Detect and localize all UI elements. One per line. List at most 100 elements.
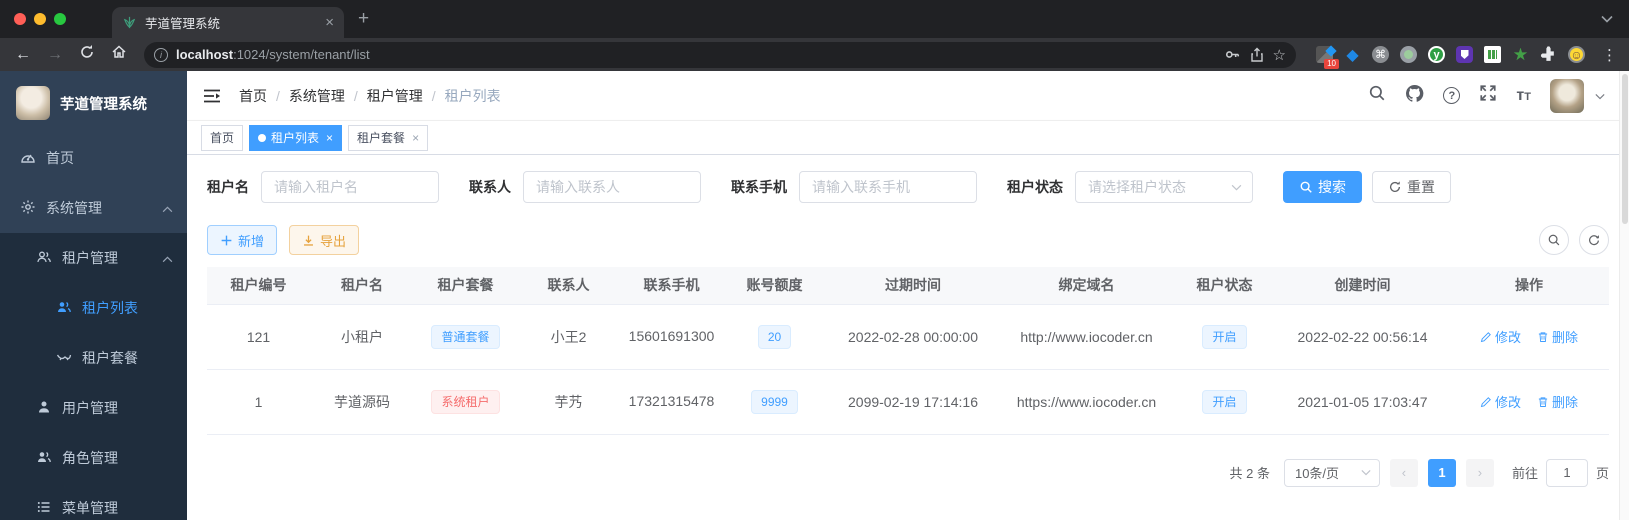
browser-menu-icon[interactable]: ⋮: [1602, 46, 1617, 64]
sidebar-item-label: 租户管理: [62, 250, 118, 266]
sidebar-item-system[interactable]: 系统管理: [0, 183, 187, 233]
sidebar-submenu-system: 租户管理 租户列表 租户套餐 用户管理 角色管理 菜单管理: [0, 233, 187, 520]
reset-button[interactable]: 重置: [1372, 171, 1451, 203]
col-mobile: 联系手机: [620, 267, 723, 305]
maximize-window-button[interactable]: [54, 13, 66, 25]
status-select[interactable]: 请选择租户状态: [1075, 171, 1253, 203]
tab-close-icon[interactable]: ×: [325, 14, 334, 31]
extension-command-icon[interactable]: ⌘: [1372, 46, 1389, 63]
table-tools: [1539, 225, 1609, 255]
extensions-puzzle-icon[interactable]: [1540, 46, 1557, 63]
url-text[interactable]: localhost:1024/system/tenant/list: [176, 47, 1216, 62]
sidebar-item-tenant-package[interactable]: 租户套餐: [0, 333, 187, 383]
cell-id: 1: [207, 369, 310, 435]
help-icon[interactable]: ?: [1443, 87, 1461, 104]
status-tag: 开启: [1202, 324, 1247, 349]
share-icon[interactable]: [1249, 47, 1265, 63]
top-navbar: 首页 / 系统管理 / 租户管理 / 租户列表 ? тT: [187, 71, 1629, 121]
delete-link[interactable]: 删除: [1537, 327, 1578, 346]
field-label-status: 租户状态: [1007, 179, 1063, 195]
breadcrumb-system[interactable]: 系统管理: [289, 86, 345, 106]
fullscreen-icon[interactable]: [1479, 84, 1497, 107]
close-window-button[interactable]: [14, 13, 26, 25]
edit-link[interactable]: 修改: [1480, 327, 1521, 346]
scrollbar-thumb[interactable]: [1622, 74, 1628, 224]
next-page-button[interactable]: ›: [1465, 458, 1494, 487]
prev-page-button[interactable]: ‹: [1389, 458, 1418, 487]
main-area: 首页 / 系统管理 / 租户管理 / 租户列表 ? тT 首页 租户列表 × 租…: [187, 71, 1629, 520]
password-key-icon[interactable]: [1224, 46, 1241, 63]
user-avatar[interactable]: [1550, 78, 1584, 113]
tenant-table: 租户编号 租户名 租户套餐 联系人 联系手机 账号额度 过期时间 绑定域名 租户…: [207, 267, 1609, 435]
app-frame: 芋道管理系统 首页 系统管理 租户管理 租户列表 租户套餐 用户管理 角色管理 …: [0, 71, 1629, 520]
extension-tampermonkey-icon[interactable]: 10: [1316, 46, 1339, 69]
tag-tenant-list[interactable]: 租户列表 ×: [249, 124, 343, 151]
logo[interactable]: 芋道管理系统: [0, 71, 187, 133]
export-button[interactable]: 导出: [289, 225, 360, 255]
contact-input[interactable]: [523, 171, 701, 203]
trash-icon: [1538, 396, 1548, 407]
sidebar-item-label: 用户管理: [62, 400, 118, 416]
extension-shield-icon[interactable]: [1456, 46, 1473, 63]
avatar-caret-icon[interactable]: [1595, 87, 1605, 105]
add-button[interactable]: 新增: [207, 225, 278, 255]
refresh-table-icon[interactable]: [1579, 225, 1609, 255]
sidebar-item-tenant-list[interactable]: 租户列表: [0, 283, 187, 333]
toggle-search-icon[interactable]: [1539, 225, 1569, 255]
table-header-row: 租户编号 租户名 租户套餐 联系人 联系手机 账号额度 过期时间 绑定域名 租户…: [207, 267, 1609, 305]
col-quota: 账号额度: [723, 267, 826, 305]
extension-gem-icon[interactable]: ◆: [1344, 46, 1361, 64]
tag-close-icon[interactable]: ×: [326, 131, 333, 145]
delete-link[interactable]: 删除: [1537, 392, 1578, 411]
tenant-name-input[interactable]: [261, 171, 439, 203]
browser-tab[interactable]: 芋道管理系统 ×: [112, 7, 344, 38]
search-button-label: 搜索: [1318, 179, 1346, 195]
back-icon[interactable]: ←: [10, 46, 36, 64]
pencil-icon: [1480, 396, 1491, 407]
sidebar-item-label: 租户套餐: [82, 350, 138, 366]
minimize-window-button[interactable]: [34, 13, 46, 25]
page-size-select[interactable]: 10条/页: [1283, 458, 1380, 487]
header-search-icon[interactable]: [1368, 84, 1386, 107]
sidebar-item-tenant[interactable]: 租户管理: [0, 233, 187, 283]
extensions-row: 10 ◆ ⌘ y ☺ ⋮: [1316, 46, 1619, 69]
chevron-up-icon: [162, 200, 173, 216]
extension-flag-icon[interactable]: [1484, 46, 1501, 63]
mobile-input[interactable]: [799, 171, 977, 203]
tag-home[interactable]: 首页: [201, 124, 244, 151]
favicon-leaf-icon: [122, 15, 137, 30]
font-size-icon[interactable]: тT: [1516, 87, 1531, 105]
site-info-icon[interactable]: i: [154, 47, 168, 62]
sidebar-collapse-icon[interactable]: [203, 88, 221, 104]
cell-created: 2022-02-22 00:56:14: [1276, 304, 1449, 370]
sidebar-item-role[interactable]: 角色管理: [0, 433, 187, 483]
page-scrollbar[interactable]: [1619, 71, 1629, 520]
sidebar-item-user[interactable]: 用户管理: [0, 383, 187, 433]
breadcrumb-home[interactable]: 首页: [239, 86, 267, 106]
home-icon[interactable]: [106, 44, 132, 65]
cell-contact: 芋艿: [517, 369, 620, 435]
sidebar-item-menu[interactable]: 菜单管理: [0, 483, 187, 520]
current-page[interactable]: 1: [1427, 458, 1456, 487]
tab-search-chevron-icon[interactable]: [1601, 10, 1613, 28]
tag-tenant-package[interactable]: 租户套餐 ×: [348, 124, 429, 151]
goto-page-input[interactable]: [1545, 458, 1588, 487]
extension-green-dot-icon[interactable]: [1400, 46, 1417, 63]
search-button[interactable]: 搜索: [1283, 171, 1362, 203]
edit-link[interactable]: 修改: [1480, 392, 1521, 411]
github-icon[interactable]: [1405, 84, 1424, 108]
forward-icon[interactable]: →: [42, 46, 68, 64]
breadcrumb-separator: /: [353, 87, 358, 104]
cell-expire: 2099-02-19 17:14:16: [826, 369, 1000, 435]
extension-star-icon[interactable]: [1512, 46, 1529, 63]
extension-y-icon[interactable]: y: [1428, 46, 1445, 63]
reload-icon[interactable]: [74, 44, 100, 65]
add-button-label: 新增: [238, 233, 265, 249]
url-bar[interactable]: i localhost:1024/system/tenant/list ☆: [144, 41, 1296, 68]
breadcrumb-tenant[interactable]: 租户管理: [367, 86, 423, 106]
new-tab-button[interactable]: +: [358, 8, 369, 30]
sidebar-item-home[interactable]: 首页: [0, 133, 187, 183]
tag-close-icon[interactable]: ×: [412, 131, 419, 145]
bookmark-star-icon[interactable]: ☆: [1273, 46, 1286, 64]
profile-avatar-icon[interactable]: ☺: [1568, 46, 1585, 63]
